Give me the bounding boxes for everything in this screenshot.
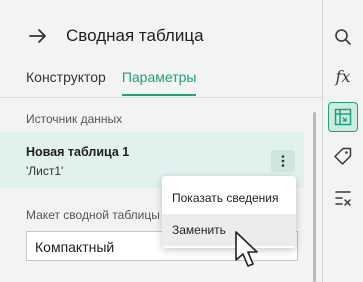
menu-item-show-details[interactable]: Показать сведения <box>162 182 296 214</box>
right-sidebar: fx <box>322 0 363 282</box>
tab-bar: Конструктор Параметры <box>26 69 212 96</box>
more-options-button[interactable] <box>271 150 295 172</box>
collapse-arrow-icon[interactable] <box>28 28 48 44</box>
kebab-menu-icon <box>281 155 285 167</box>
data-source-label: Источник данных <box>26 112 123 126</box>
data-source-name: Новая таблица 1 <box>26 145 130 159</box>
formula-icon[interactable]: fx <box>328 61 358 91</box>
context-menu: Показать сведения Заменить <box>162 176 296 248</box>
panel-header: Сводная таблица <box>28 26 204 46</box>
panel-title: Сводная таблица <box>66 26 204 45</box>
mouse-cursor-icon <box>235 231 258 267</box>
layout-label: Макет сводной таблицы <box>26 208 160 222</box>
menu-item-replace[interactable]: Заменить <box>162 214 296 246</box>
tab-parameters[interactable]: Параметры <box>121 69 197 96</box>
panel-scrollbar[interactable] <box>313 112 316 282</box>
search-icon[interactable] <box>328 22 358 52</box>
data-source-sheet: 'Лист1' <box>26 164 64 178</box>
tab-constructor[interactable]: Конструктор <box>26 69 106 96</box>
pivot-table-icon[interactable] <box>328 102 358 132</box>
checklist-icon[interactable] <box>328 183 358 213</box>
tab-divider <box>0 97 322 98</box>
formula-label: fx <box>335 66 351 86</box>
tag-icon[interactable] <box>328 141 358 171</box>
